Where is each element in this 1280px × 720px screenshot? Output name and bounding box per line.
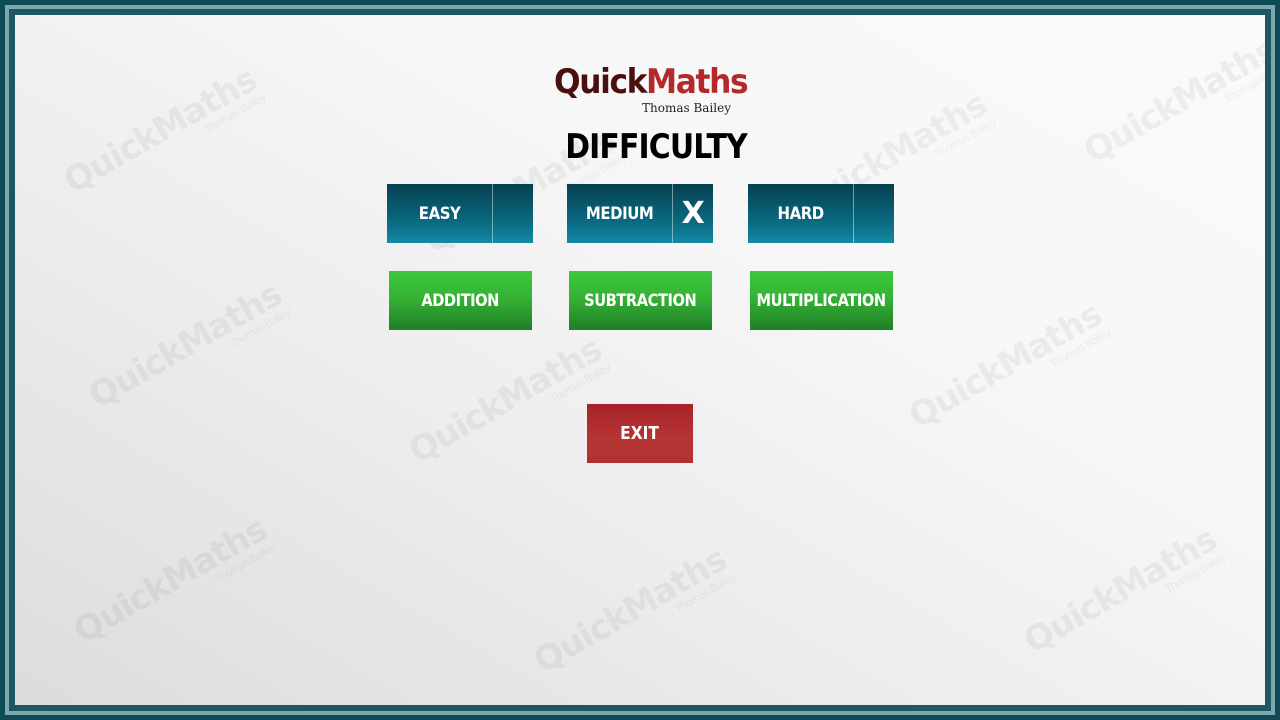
hard-selection-box [853,184,894,243]
medium-selection-box: X [672,184,713,243]
medium-button[interactable]: MEDIUM X [567,184,713,243]
subtraction-label: SUBTRACTION [584,290,697,311]
author-credit: Thomas Bailey [642,101,731,115]
multiplication-button[interactable]: MULTIPLICATION [750,271,893,330]
watermark: QuickMathsThomas Bailey [67,509,278,652]
exit-label: EXIT [620,423,660,444]
logo-part-quick: Quick [554,62,647,102]
addition-label: ADDITION [421,290,500,311]
multiplication-label: MULTIPLICATION [756,290,887,311]
watermark: QuickMathsThomas Bailey [1077,29,1265,172]
watermark: QuickMathsThomas Bailey [902,294,1113,437]
addition-button[interactable]: ADDITION [389,271,532,330]
hard-button[interactable]: HARD [748,184,894,243]
watermark: QuickMathsThomas Bailey [57,59,268,202]
easy-button[interactable]: EASY [387,184,533,243]
difficulty-heading: DIFFICULTY [565,127,748,167]
game-logo: QuickMaths [554,62,749,102]
easy-selection-box [492,184,533,243]
easy-label: EASY [418,203,461,224]
menu-screen: QuickMathsThomas Bailey QuickMathsThomas … [15,15,1265,705]
hard-label: HARD [777,203,824,224]
subtraction-button[interactable]: SUBTRACTION [569,271,712,330]
watermark: QuickMathsThomas Bailey [527,539,738,682]
medium-label: MEDIUM [585,203,654,224]
watermark: QuickMathsThomas Bailey [402,329,613,472]
watermark: QuickMathsThomas Bailey [1017,519,1228,662]
logo-part-maths: Maths [646,62,749,102]
exit-button[interactable]: EXIT [587,404,693,463]
watermark: QuickMathsThomas Bailey [82,274,293,417]
